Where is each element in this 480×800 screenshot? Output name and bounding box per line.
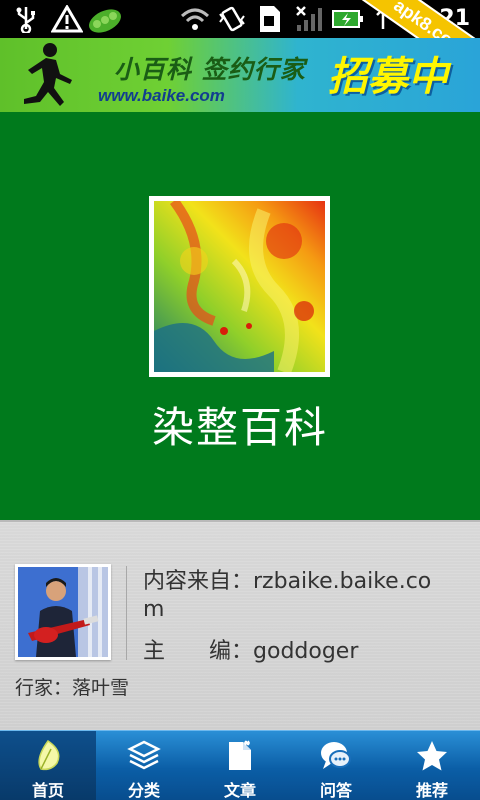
chat-bubble-icon [318, 739, 354, 773]
editor-value: goddoger [253, 639, 359, 664]
source-info: 内容来自：rzbaike.baike.com [143, 568, 443, 624]
runner-silhouette-icon [16, 40, 78, 112]
tab-articles[interactable]: 文章 [192, 731, 288, 800]
tab-label: 首页 [31, 781, 64, 800]
tab-label: 问答 [319, 781, 352, 800]
document-icon [222, 739, 258, 773]
tab-label: 分类 [127, 781, 160, 800]
avatar-image [18, 567, 108, 657]
expert-info: 行家：落叶雪 [15, 674, 129, 702]
expert-label: 行家： [15, 677, 73, 699]
usb-icon [12, 4, 40, 34]
tab-label: 文章 [223, 781, 256, 800]
divider [126, 566, 127, 660]
encyclopedia-header: 染整百科 [0, 112, 480, 520]
wifi-icon [178, 4, 212, 34]
tab-categories[interactable]: 分类 [96, 731, 192, 800]
ad-banner[interactable]: 小百科 签约行家 www.baike.com 招募中 [0, 38, 480, 112]
editor-info: 主 编：goddoger [143, 638, 358, 666]
encyclopedia-title: 染整百科 [151, 403, 328, 452]
vibrate-icon [216, 4, 248, 34]
sim-card-icon [254, 4, 284, 34]
star-icon [414, 739, 450, 773]
pea-pod-icon [86, 4, 124, 34]
banner-title: 小百科 签约行家 [114, 55, 306, 84]
leaf-icon [30, 739, 66, 773]
banner-slogan: 招募中 [328, 54, 448, 100]
cover-frame [149, 196, 330, 377]
expert-value: 落叶雪 [72, 677, 130, 699]
banner-url: www.baike.com [98, 86, 225, 105]
editor-label-2: 编： [209, 639, 254, 664]
cover-image [154, 201, 325, 372]
bottom-tab-bar: 首页 分类 文章 问答 推荐 [0, 730, 480, 800]
info-panel: 内容来自：rzbaike.baike.com 主 编：goddoger 行家：落叶… [0, 520, 480, 730]
warning-icon [50, 4, 84, 34]
tab-recommended[interactable]: 推荐 [384, 731, 480, 800]
status-bar: 11:21 apk8.com [0, 0, 480, 93]
tab-qa[interactable]: 问答 [288, 731, 384, 800]
source-label: 内容来自： [143, 569, 254, 594]
signal-icon [294, 4, 324, 34]
editor-label-1: 主 [143, 639, 166, 664]
tab-home[interactable]: 首页 [0, 731, 96, 800]
battery-charging-icon [330, 4, 366, 34]
layers-icon [126, 739, 162, 773]
tab-label: 推荐 [415, 781, 448, 800]
avatar[interactable] [15, 564, 111, 660]
